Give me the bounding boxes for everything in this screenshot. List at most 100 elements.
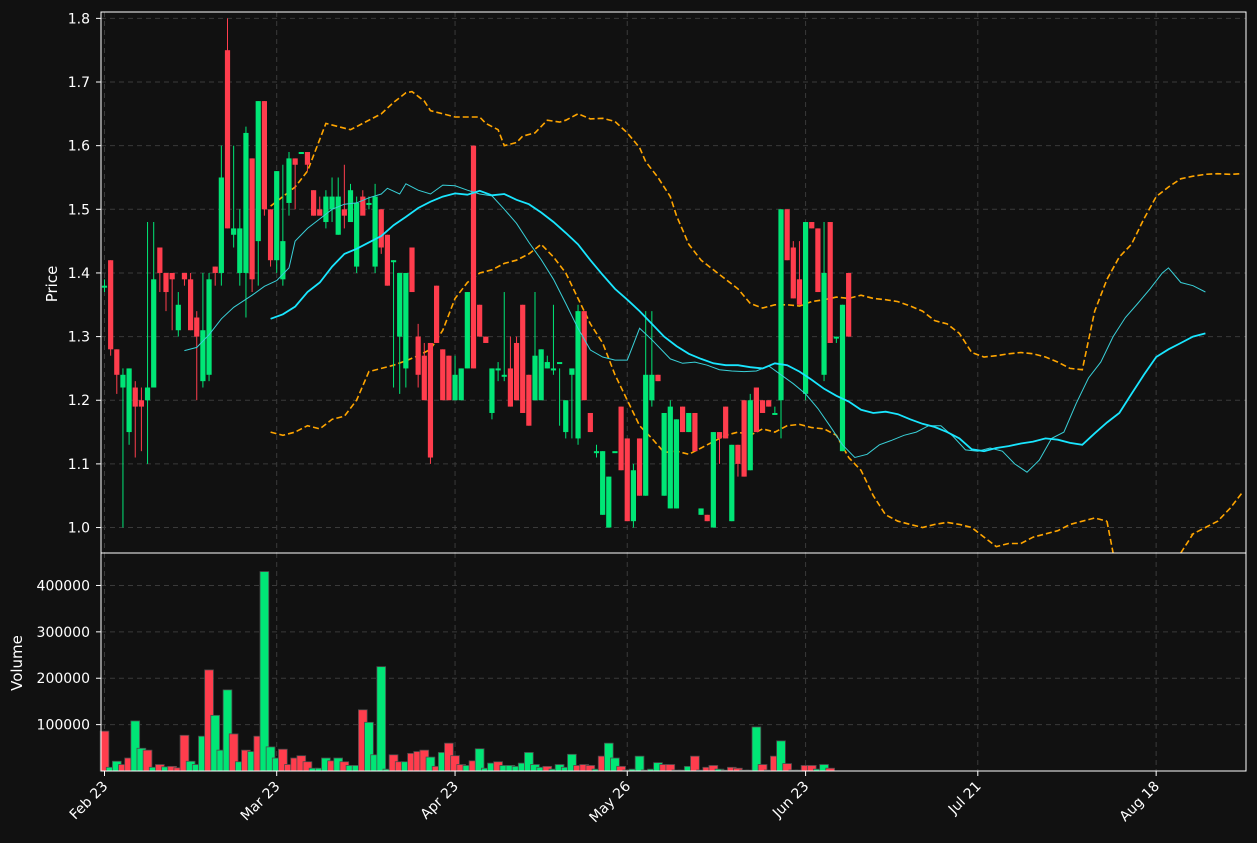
candle-body (397, 272, 403, 337)
candle-down (692, 412, 698, 452)
candle-body (550, 368, 557, 371)
price-tick-label: 1.4 (68, 266, 90, 282)
candle-down (815, 228, 821, 293)
candle-body (403, 272, 409, 369)
candle-up (458, 368, 464, 401)
candle-body (446, 355, 452, 401)
candle-body (649, 374, 655, 401)
candle-body (766, 400, 772, 407)
candle-body (686, 412, 692, 433)
candle-body (464, 292, 470, 369)
price-axis-title: Price (43, 266, 61, 303)
candle-body (347, 190, 354, 223)
candle-body (249, 158, 255, 280)
candle-body (815, 228, 821, 293)
candle-up (489, 368, 495, 420)
candle-body (501, 374, 507, 377)
candle-body (618, 406, 624, 471)
candle-body (735, 444, 741, 464)
candle-body (114, 349, 120, 375)
candle-body (661, 412, 667, 496)
candle-down (446, 355, 452, 401)
candle-body (175, 304, 181, 331)
candle-down (249, 158, 255, 293)
candle-down (409, 247, 415, 293)
candle-body (274, 171, 280, 261)
volume-bar-up (634, 755, 645, 772)
candle-body (415, 336, 421, 375)
candle-down (723, 406, 729, 439)
candle-body (667, 406, 673, 509)
candle-up (729, 444, 735, 522)
candle-body (390, 260, 397, 263)
candle-down (108, 260, 114, 356)
candle-body (593, 451, 600, 454)
candle-up (710, 432, 716, 528)
candle-body (163, 272, 169, 293)
candle-down (846, 272, 852, 337)
candle-down (384, 234, 390, 286)
candle-body (636, 438, 643, 496)
candle-body (673, 419, 680, 509)
candle-body (796, 279, 803, 305)
price-tick-label: 1.1 (68, 457, 90, 473)
volume-tick-label: 100000 (37, 718, 90, 734)
price-tick-label: 1.7 (68, 75, 90, 91)
candle-body (341, 209, 347, 216)
candle-body (434, 285, 440, 343)
candle-body (698, 508, 704, 515)
candle-down (741, 400, 747, 477)
candle-body (138, 400, 144, 407)
candle-body (606, 476, 612, 528)
candle-body (759, 400, 766, 413)
candle-body (538, 349, 544, 401)
candle-body (261, 101, 267, 210)
candle-body (304, 152, 311, 165)
candle-up (686, 412, 692, 433)
candle-up (747, 393, 753, 471)
candle-down (520, 304, 526, 413)
volume-tick-label: 400000 (37, 578, 90, 594)
candle-body (710, 432, 716, 528)
volume-bar-up (376, 666, 387, 772)
volume-tick-label: 200000 (37, 671, 90, 687)
candle-body (544, 362, 550, 369)
candle-body (427, 342, 434, 458)
candle-body (600, 451, 606, 515)
candle-body (575, 311, 581, 439)
candle-body (643, 374, 649, 496)
candle-down (680, 406, 686, 433)
candle-up (464, 292, 470, 369)
candle-body (378, 209, 384, 248)
candle-body (747, 400, 753, 471)
candle-body (101, 285, 108, 288)
candle-body (569, 368, 575, 375)
candle-body (212, 266, 218, 273)
candle-body (224, 50, 231, 229)
candle-body (470, 145, 477, 369)
candle-down (759, 400, 766, 413)
candle-up (206, 272, 212, 382)
candle-down (477, 304, 483, 337)
candle-body (298, 152, 304, 155)
candle-body (827, 222, 833, 343)
candle-body (421, 355, 427, 401)
candle-body (630, 470, 636, 522)
candle-body (218, 177, 224, 273)
candle-body (680, 406, 686, 433)
candle-body (267, 209, 274, 261)
price-tick-label: 1.2 (68, 393, 90, 409)
candle-down (267, 209, 274, 267)
candle-down (766, 400, 772, 407)
candle-body (169, 272, 175, 280)
candle-up (372, 183, 378, 273)
candle-body (716, 432, 723, 439)
candle-down (261, 101, 267, 216)
candle-up (274, 171, 280, 273)
candle-body (255, 101, 261, 242)
candle-body (188, 279, 194, 331)
candle-body (366, 202, 372, 205)
candle-body (144, 387, 151, 401)
candle-down (704, 514, 710, 522)
candle-up (354, 196, 360, 273)
